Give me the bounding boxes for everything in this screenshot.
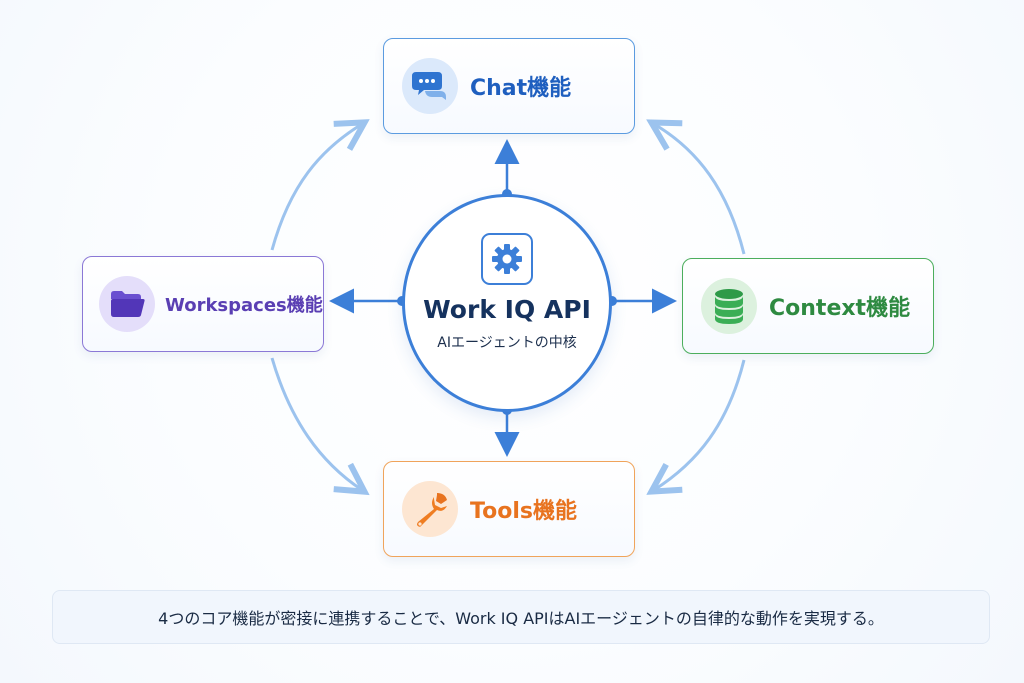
hub-title: Work IQ API xyxy=(423,295,591,324)
hub-work-iq-api: Work IQ API AIエージェントの中核 xyxy=(402,194,612,412)
database-icon xyxy=(701,278,757,334)
caption-text: 4つのコア機能が密接に連携することで、Work IQ APIはAIエージェントの… xyxy=(158,609,884,628)
node-chat: Chat機能 xyxy=(383,38,635,134)
node-workspaces-label: Workspaces機能 xyxy=(165,295,323,316)
node-chat-label: Chat機能 xyxy=(470,76,572,101)
folder-icon xyxy=(99,276,155,332)
node-context-label: Context機能 xyxy=(769,296,911,321)
cycle-arrow-context-to-chat xyxy=(654,124,746,255)
node-workspaces: Workspaces機能 xyxy=(82,256,324,352)
node-tools-label: Tools機能 xyxy=(470,499,577,524)
cycle-arrow-workspaces-to-tools xyxy=(270,357,362,490)
wrench-icon xyxy=(402,481,458,537)
cycle-arrow-context-to-tools xyxy=(654,359,746,490)
cycle-arrow-workspaces-to-chat xyxy=(270,124,362,251)
gear-icon xyxy=(481,233,533,285)
caption-box: 4つのコア機能が密接に連携することで、Work IQ APIはAIエージェントの… xyxy=(52,590,990,644)
hub-subtitle: AIエージェントの中核 xyxy=(437,335,577,351)
node-context: Context機能 xyxy=(682,258,934,354)
node-tools: Tools機能 xyxy=(383,461,635,557)
chat-bubbles-icon xyxy=(402,58,458,114)
diagram-canvas: Chat機能 Workspaces機能 Context機能 Tools機能 Wo… xyxy=(0,0,1024,683)
